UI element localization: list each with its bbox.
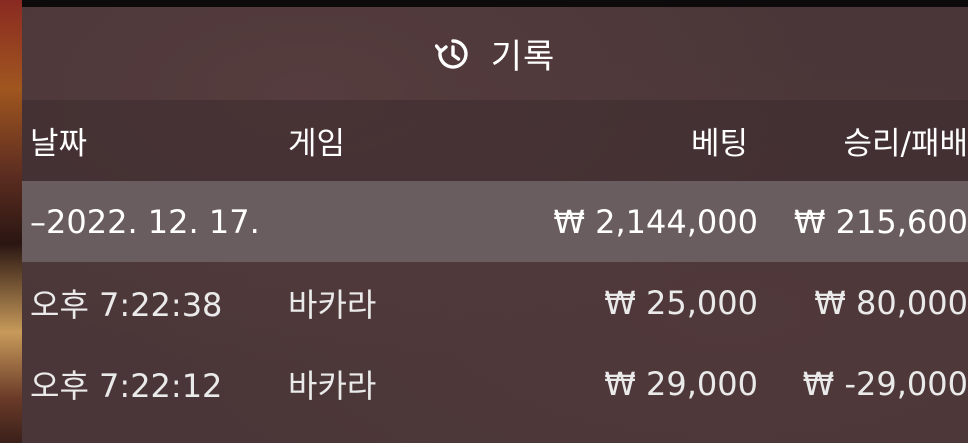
row-result: ₩ -29,000 xyxy=(802,364,968,403)
row-bet: ₩ 25,000 xyxy=(604,283,758,322)
table-row[interactable]: 오후 7:22:12 바카라 ₩ 29,000 ₩ -29,000 xyxy=(22,343,968,424)
row-game: 바카라 xyxy=(288,366,377,405)
row-bet: ₩ 29,000 xyxy=(604,364,758,403)
top-bar xyxy=(0,0,968,7)
history-screen: 기록 날짜 게임 베팅 승리/패배 –2022. 12. 17. ₩ 2,144… xyxy=(0,0,968,443)
date-group-label: –2022. 12. 17. xyxy=(30,202,260,241)
table-header: 날짜 게임 베팅 승리/패배 xyxy=(22,100,968,181)
history-panel: 기록 날짜 게임 베팅 승리/패배 –2022. 12. 17. ₩ 2,144… xyxy=(22,7,968,443)
table-row[interactable]: 오후 7:22:38 바카라 ₩ 25,000 ₩ 80,000 xyxy=(22,262,968,343)
row-time: 오후 7:22:12 xyxy=(30,366,223,405)
column-header-game[interactable]: 게임 xyxy=(288,100,345,181)
row-result: ₩ 80,000 xyxy=(814,283,968,322)
column-header-win-lose[interactable]: 승리/패배 xyxy=(843,100,968,181)
page-title: 기록 xyxy=(490,37,556,77)
title-bar: 기록 xyxy=(22,7,968,100)
date-group-row[interactable]: –2022. 12. 17. ₩ 2,144,000 ₩ 215,600 xyxy=(22,181,968,262)
casino-backdrop xyxy=(0,0,22,443)
date-group-win-total: ₩ 215,600 xyxy=(793,202,968,241)
column-header-date[interactable]: 날짜 xyxy=(30,100,87,181)
date-group-bet-total: ₩ 2,144,000 xyxy=(553,202,758,241)
row-game: 바카라 xyxy=(288,285,377,324)
column-header-bet[interactable]: 베팅 xyxy=(691,100,748,181)
history-icon xyxy=(434,36,471,72)
row-time: 오후 7:22:38 xyxy=(30,285,223,324)
